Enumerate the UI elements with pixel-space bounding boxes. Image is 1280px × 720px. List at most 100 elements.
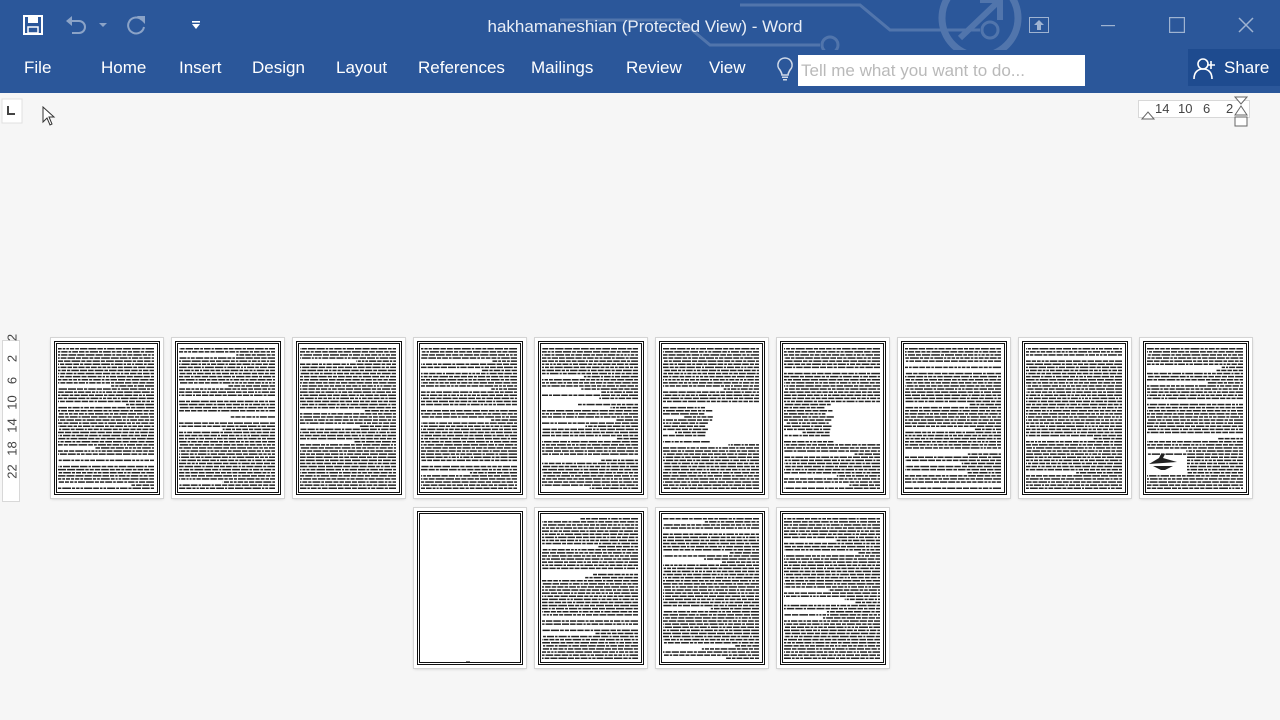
text-line-fragment: [65, 416, 69, 418]
text-line-fragment: [391, 459, 396, 462]
tab-review[interactable]: Review: [626, 50, 682, 88]
text-line-fragment: [481, 468, 488, 471]
text-line-fragment: [503, 472, 509, 474]
page-thumbnail[interactable]: [898, 338, 1010, 498]
text-line-fragment: [434, 385, 439, 387]
document-canvas[interactable]: [24, 130, 1280, 720]
page-thumbnail[interactable]: [414, 338, 526, 498]
text-line-fragment: [353, 462, 358, 465]
text-line-fragment: [115, 385, 119, 387]
text-line-fragment: [68, 413, 73, 415]
text-line-fragment: [567, 447, 573, 449]
indent-marker-left[interactable]: [1141, 110, 1155, 120]
text-line-fragment: [224, 478, 228, 480]
text-line-fragment: [368, 478, 375, 480]
text-line-fragment: [327, 397, 332, 400]
horizontal-ruler[interactable]: 14 10 6 2: [1138, 96, 1254, 128]
text-line-fragment: [461, 437, 468, 440]
page-thumbnail[interactable]: [777, 338, 889, 498]
maximize-icon: [1168, 17, 1185, 33]
tab-layout[interactable]: Layout: [336, 50, 387, 88]
text-line-fragment: [204, 366, 214, 369]
text-line-fragment: [248, 450, 256, 452]
text-line-fragment: [668, 357, 674, 359]
minimize-button[interactable]: [1073, 0, 1142, 50]
text-line-fragment: [980, 459, 990, 462]
page-thumbnail[interactable]: [172, 338, 284, 498]
text-line-fragment: [708, 351, 712, 353]
text-line-fragment: [436, 422, 439, 424]
text-line-fragment: [190, 472, 198, 474]
text-line-fragment: [735, 475, 744, 477]
text-line-fragment: [230, 447, 237, 449]
text-line-fragment: [181, 453, 189, 455]
text-line-fragment: [979, 388, 987, 390]
text-line-fragment: [374, 434, 381, 437]
share-button[interactable]: Share: [1188, 49, 1280, 86]
text-line-fragment: [95, 372, 102, 375]
page-thumbnail[interactable]: [293, 338, 405, 498]
close-button[interactable]: [1211, 0, 1280, 50]
text-line-fragment: [984, 481, 988, 483]
text-line-fragment: [945, 465, 954, 468]
text-line-fragment: [70, 437, 78, 440]
page-thumbnail[interactable]: [1019, 338, 1131, 498]
text-line-fragment: [260, 456, 264, 458]
text-line-fragment: [427, 410, 433, 412]
indent-marker-right[interactable]: [1234, 96, 1248, 128]
text-line-fragment: [433, 410, 441, 412]
text-line-fragment: [991, 481, 996, 483]
text-line-fragment: [496, 403, 505, 406]
text-line-fragment: [108, 422, 116, 424]
text-line-fragment: [698, 351, 704, 353]
page-thumbnail[interactable]: [535, 338, 647, 498]
text-line-fragment: [73, 413, 78, 415]
text-line-fragment: [542, 351, 547, 353]
tab-file[interactable]: File: [24, 50, 51, 88]
tab-design[interactable]: Design: [252, 50, 305, 88]
text-line-fragment: [1097, 363, 1105, 365]
text-line-fragment: [542, 357, 547, 359]
text-line-fragment: [63, 450, 69, 452]
text-line-fragment: [589, 468, 598, 471]
tab-insert[interactable]: Insert: [179, 50, 222, 88]
text-line-fragment: [456, 453, 460, 455]
page-thumbnail[interactable]: [51, 338, 163, 498]
text-line-fragment: [382, 425, 389, 427]
text-line-fragment: [927, 422, 937, 424]
text-line-fragment: [915, 478, 918, 480]
text-line-fragment: [179, 400, 185, 403]
vertical-ruler[interactable]: 2 2 6 10 14 18 22: [0, 326, 22, 502]
text-line-fragment: [247, 447, 253, 449]
text-line-fragment: [261, 357, 267, 359]
text-line-fragment: [261, 385, 269, 387]
ribbon-display-options-button[interactable]: [1004, 0, 1073, 50]
text-line-fragment: [353, 416, 359, 418]
tab-view[interactable]: View: [709, 50, 746, 88]
text-line-fragment: [391, 388, 396, 390]
text-line-fragment: [510, 379, 517, 381]
text-line-fragment: [1119, 348, 1122, 350]
text-line-fragment: [983, 366, 988, 369]
text-line-fragment: [690, 348, 696, 350]
text-line-fragment: [89, 357, 94, 359]
text-line-fragment: [729, 369, 737, 372]
text-line-fragment: [382, 360, 389, 362]
text-line-fragment: [950, 351, 958, 353]
text-line-fragment: [750, 459, 759, 462]
text-line-fragment: [784, 382, 785, 384]
tab-home[interactable]: Home: [101, 50, 146, 88]
text-line-fragment: [984, 431, 992, 434]
page-thumbnail[interactable]: [656, 338, 768, 498]
text-line-fragment: [610, 351, 616, 353]
text-line-fragment: [314, 419, 318, 421]
text-line-fragment: [135, 363, 143, 365]
text-line-fragment: [696, 468, 703, 471]
text-line-fragment: [960, 481, 966, 483]
text-line-fragment: [627, 354, 630, 356]
maximize-button[interactable]: [1142, 0, 1211, 50]
tell-me-search-input[interactable]: [798, 55, 1085, 86]
tab-stop-selector[interactable]: [0, 97, 24, 125]
tab-references[interactable]: References: [418, 50, 505, 88]
tab-mailings[interactable]: Mailings: [531, 50, 593, 88]
